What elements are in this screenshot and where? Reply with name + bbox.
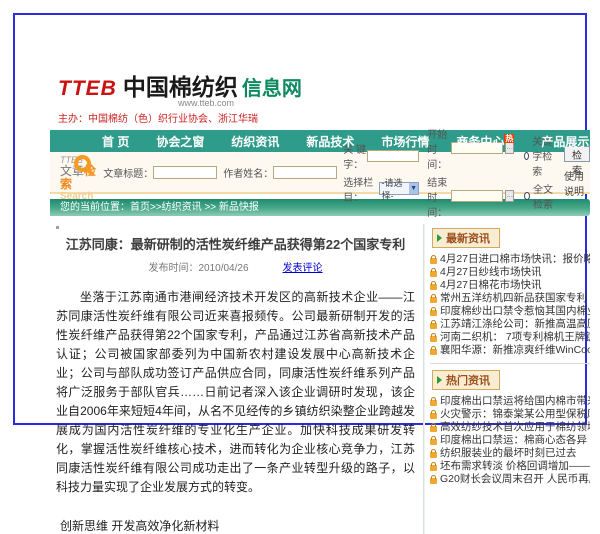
magnifier-icon: [74, 155, 91, 172]
logo: TTEB 中国棉纺织 信息网: [50, 68, 590, 98]
latest-news-list: 4月27日进口棉市场快讯：报价略显... 4月27日纱线市场快讯 4月27日棉花…: [430, 253, 590, 357]
lock-icon: [430, 323, 437, 329]
list-item[interactable]: 坯布需求转淡 价格回调增加——中...: [430, 460, 590, 473]
arrow-right-icon: [437, 376, 442, 384]
lock-icon: [430, 310, 437, 316]
sidebar-divider: [430, 363, 590, 366]
article-title: 江苏同康：最新研制的活性炭纤维产品获得第22个国家专利: [56, 234, 415, 253]
lock-icon: [430, 258, 437, 264]
nav-item-business-center[interactable]: 商务中心热: [456, 133, 514, 150]
author-input[interactable]: [273, 166, 337, 179]
nav-item-textile-news[interactable]: 纺织资讯: [231, 133, 279, 150]
list-item[interactable]: 4月27日纱线市场快讯: [430, 266, 590, 279]
keyword-search-radio[interactable]: [524, 152, 529, 160]
lock-icon: [430, 271, 437, 277]
list-item[interactable]: 4月27日棉花市场快讯: [430, 279, 590, 292]
keyword-column: 关 键 字： 选择栏目： -请选择- ▼: [343, 141, 419, 204]
fulltext-search-radio-row[interactable]: 全文检索: [524, 181, 558, 211]
nav-item-home[interactable]: 首 页: [102, 133, 129, 150]
comment-link[interactable]: 发表评论: [283, 259, 323, 274]
title-field-group: 文章标题：: [103, 165, 217, 180]
column-select[interactable]: -请选择- ▼: [379, 182, 420, 195]
list-item[interactable]: 印度棉出口禁运：棉商心态各异 纺...: [430, 434, 590, 447]
article-meta: 发布时间：2010/04/26 发表评论: [56, 259, 415, 274]
end-date-picker-button[interactable]: …: [505, 190, 514, 202]
nav-item-new-tech[interactable]: 新品技术: [306, 133, 354, 150]
nav-item-products[interactable]: 产品展示: [541, 133, 589, 150]
lock-icon: [430, 439, 437, 445]
list-item[interactable]: 火灾警示：锦泰棠某公用型保税库棉...: [430, 408, 590, 421]
lock-icon: [430, 297, 437, 303]
logo-chinese-text: 中国棉纺织: [123, 68, 238, 102]
lock-icon: [430, 452, 437, 458]
list-item[interactable]: 常州五洋纺机四新品获国家专利 填...: [430, 292, 590, 305]
bullet-icon: [56, 226, 59, 229]
site-header: TTEB 中国棉纺织 信息网 www.tteb.com 主办：中国棉纺（色）织行…: [50, 68, 590, 125]
main-content: 江苏同康：最新研制的活性炭纤维产品获得第22个国家专利 发布时间：2010/04…: [50, 224, 590, 534]
fulltext-search-radio-label: 全文检索: [533, 181, 558, 211]
article-subheading: 创新思维 开发高效净化新材料: [56, 517, 415, 534]
keyword-input[interactable]: [367, 150, 419, 162]
lock-icon: [430, 336, 437, 342]
latest-news-header[interactable]: 最新资讯: [432, 228, 500, 248]
sidebar: 最新资讯 4月27日进口棉市场快讯：报价略显... 4月27日纱线市场快讯 4月…: [424, 224, 590, 534]
fulltext-search-radio[interactable]: [524, 192, 530, 200]
author-field-label: 作者姓名：: [223, 165, 273, 180]
list-item[interactable]: 印度棉出口禁运将给国内棉市带来什...: [430, 395, 590, 408]
hot-badge: 热: [504, 134, 514, 143]
hot-news-title: 热门资讯: [446, 372, 490, 388]
site-url: www.tteb.com: [178, 98, 590, 108]
search-logo-en: Search: [60, 191, 103, 202]
main-nav: 首 页 协会之窗 纺织资讯 新品技术 市场行情 商务中心热 产品展示 企业大全: [50, 130, 590, 152]
column-label: 选择栏目：: [343, 174, 378, 204]
publish-time: 发布时间：2010/04/26: [148, 259, 248, 274]
usage-help-link[interactable]: 使用说明: [564, 168, 590, 198]
column-row: 选择栏目： -请选择- ▼: [343, 174, 419, 204]
title-input[interactable]: [153, 166, 217, 179]
latest-news-title: 最新资讯: [446, 230, 490, 246]
article-body: 坐落于江苏南通市港闸经济技术开发区的高新技术企业——江苏同康活性炭纤维有限公司近…: [56, 288, 415, 497]
logo-tteb-text: TTEB: [58, 77, 117, 101]
lock-icon: [430, 400, 437, 406]
lock-icon: [430, 349, 437, 355]
end-time-row: 结束时间： …: [427, 174, 514, 219]
list-item[interactable]: 江苏靖江涤纶公司：新推高温高压染...: [430, 318, 590, 331]
list-item[interactable]: 纺织服装业的最坏时刻已过去: [430, 447, 590, 460]
lock-icon: [430, 284, 437, 290]
hot-news-header[interactable]: 热门资讯: [432, 370, 500, 390]
nav-item-market[interactable]: 市场行情: [381, 133, 429, 150]
end-time-input[interactable]: [451, 190, 503, 202]
arrow-right-icon: [437, 234, 442, 242]
search-logo: TTEB 文章检索 Search: [50, 151, 103, 193]
chevron-down-icon: ▼: [409, 183, 418, 194]
article-search-bar: TTEB 文章检索 Search 文章标题： 作者姓名： 关 键 字： 选择栏目…: [50, 152, 590, 194]
site-container: TTEB 中国棉纺织 信息网 www.tteb.com 主办：中国棉纺（色）织行…: [50, 68, 590, 534]
list-item[interactable]: 4月27日进口棉市场快讯：报价略显...: [430, 253, 590, 266]
submit-column: 检索 使用说明: [564, 146, 590, 198]
page-frame: TTEB 中国棉纺织 信息网 www.tteb.com 主办：中国棉纺（色）织行…: [13, 13, 587, 425]
title-field-label: 文章标题：: [103, 165, 153, 180]
sponsor-line: 主办：中国棉纺（色）织行业协会、浙江华瑞: [50, 110, 590, 125]
list-item[interactable]: 高效纺纱技术首次应用于棉纺领域: [430, 421, 590, 434]
list-item[interactable]: 河南二织机： 7项专利棉机王牌锭子...: [430, 331, 590, 344]
list-item[interactable]: 印度棉纱出口禁令惹恼其国内棉业: [430, 305, 590, 318]
hot-news-list: 印度棉出口禁运将给国内棉市带来什... 火灾警示：锦泰棠某公用型保税库棉... …: [430, 395, 590, 486]
start-time-label: 开始时间：: [427, 126, 451, 171]
nav-item-association[interactable]: 协会之窗: [156, 133, 204, 150]
logo-net-text: 信息网: [242, 72, 302, 101]
article-panel: 江苏同康：最新研制的活性炭纤维产品获得第22个国家专利 发布时间：2010/04…: [50, 224, 424, 534]
lock-icon: [430, 478, 437, 484]
lock-icon: [430, 465, 437, 471]
list-item[interactable]: G20财长会议周末召开 人民币再度...: [430, 473, 590, 486]
author-field-group: 作者姓名：: [223, 165, 337, 180]
list-item[interactable]: 襄阳华源：新推凉爽纤维WinCool系...: [430, 344, 590, 357]
lock-icon: [430, 413, 437, 419]
end-time-label: 结束时间：: [427, 174, 451, 219]
